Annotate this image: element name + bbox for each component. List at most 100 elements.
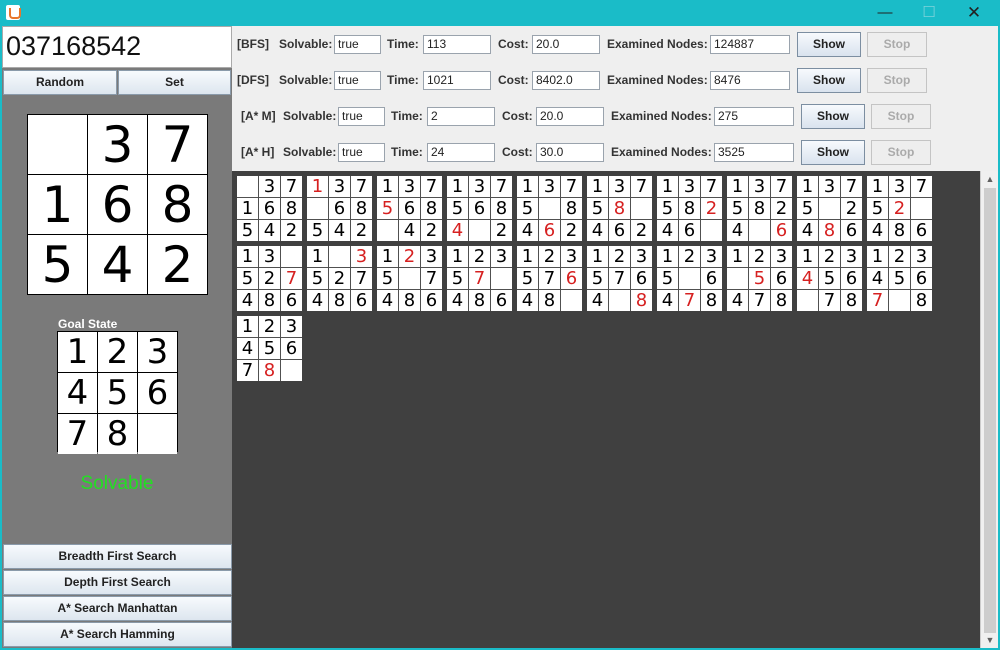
tile: 3 — [259, 176, 280, 197]
solution-step-board: 123 456 7 8 — [867, 246, 932, 311]
algorithm-tag: [BFS] — [237, 37, 269, 51]
tile: 4 — [727, 290, 748, 311]
tile: 3 — [491, 246, 512, 267]
goal-board-empty-tile — [138, 414, 177, 454]
solvable-label: Solvable: — [283, 145, 337, 159]
tile: 6 — [491, 290, 512, 311]
maximize-button[interactable]: ☐ — [906, 0, 952, 26]
tile: 4 — [657, 290, 678, 311]
tile: 7 — [749, 290, 770, 311]
tile: 6 — [281, 290, 302, 311]
start-board-tile: 4 — [88, 235, 147, 294]
vertical-scrollbar[interactable]: ▲ ▼ — [980, 171, 998, 648]
tile: 2 — [609, 246, 630, 267]
moved-tile: 2 — [889, 198, 910, 219]
show-button[interactable]: Show — [797, 32, 861, 57]
tile: 1 — [727, 176, 748, 197]
tile: 4 — [399, 220, 420, 241]
time-label: Time: — [387, 37, 419, 51]
tile: 5 — [259, 338, 280, 359]
title-bar: — ☐ ✕ — [0, 0, 1000, 26]
tile: 5 — [517, 198, 538, 219]
tile: 4 — [657, 220, 678, 241]
moved-tile: 8 — [631, 290, 652, 311]
close-button[interactable]: ✕ — [951, 0, 997, 26]
time-field[interactable]: 1021 — [423, 71, 491, 90]
tile: 3 — [609, 176, 630, 197]
scrollbar-thumb[interactable] — [984, 188, 996, 633]
algorithm-button[interactable]: A* Search Manhattan — [3, 596, 232, 621]
tile: 8 — [421, 198, 442, 219]
tile: 8 — [889, 220, 910, 241]
solution-step-board: 37 168 542 — [237, 176, 302, 241]
tile: 4 — [377, 290, 398, 311]
solvable-field[interactable]: true — [334, 71, 381, 90]
solvable-label: Solvable: — [283, 109, 337, 123]
empty-tile — [237, 176, 258, 197]
scroll-up-arrow-icon[interactable]: ▲ — [981, 171, 999, 187]
tile: 4 — [307, 290, 328, 311]
goal-board-tile: 3 — [138, 332, 177, 372]
goal-board-tile: 4 — [58, 373, 97, 413]
show-button[interactable]: Show — [797, 68, 861, 93]
tile: 5 — [587, 198, 608, 219]
tile: 8 — [281, 198, 302, 219]
solution-path-area[interactable] — [232, 171, 980, 648]
moved-tile: 8 — [819, 220, 840, 241]
tile: 1 — [587, 246, 608, 267]
tile: 5 — [377, 268, 398, 289]
examined-nodes-field[interactable]: 275 — [714, 107, 794, 126]
algorithm-button[interactable]: A* Search Hamming — [3, 622, 232, 647]
examined-nodes-field[interactable]: 8476 — [710, 71, 790, 90]
tile: 2 — [491, 220, 512, 241]
examined-nodes-label: Examined Nodes: — [611, 109, 712, 123]
solvable-field[interactable]: true — [334, 35, 381, 54]
tile: 3 — [889, 176, 910, 197]
set-button[interactable]: Set — [118, 70, 231, 95]
minimize-button[interactable]: — — [862, 0, 908, 26]
tile: 7 — [421, 176, 442, 197]
solution-step-board: 12356 478 — [727, 246, 792, 311]
tile: 5 — [727, 198, 748, 219]
moved-tile: 7 — [469, 268, 490, 289]
empty-tile — [701, 220, 722, 241]
tile: 2 — [469, 246, 490, 267]
solvable-field[interactable]: true — [338, 107, 385, 126]
examined-nodes-field[interactable]: 3525 — [714, 143, 794, 162]
tile: 3 — [421, 246, 442, 267]
cost-field[interactable]: 20.0 — [536, 107, 604, 126]
tile: 1 — [657, 176, 678, 197]
examined-nodes-field[interactable]: 124887 — [710, 35, 790, 54]
cost-field[interactable]: 20.0 — [532, 35, 600, 54]
time-field[interactable]: 2 — [427, 107, 495, 126]
puzzle-input-field[interactable]: 037168542 — [2, 26, 232, 68]
empty-tile — [797, 290, 818, 311]
moved-tile: 7 — [867, 290, 888, 311]
cost-field[interactable]: 8402.0 — [532, 71, 600, 90]
tile: 1 — [377, 176, 398, 197]
tile: 4 — [447, 290, 468, 311]
scroll-down-arrow-icon[interactable]: ▼ — [981, 632, 999, 648]
moved-tile: 6 — [539, 220, 560, 241]
random-button[interactable]: Random — [3, 70, 117, 95]
stop-button: Stop — [871, 104, 931, 129]
solution-step-board: 13756842 — [447, 176, 512, 241]
algorithm-button[interactable]: Depth First Search — [3, 570, 232, 595]
show-button[interactable]: Show — [801, 104, 865, 129]
algorithm-button[interactable]: Breadth First Search — [3, 544, 232, 569]
tile: 3 — [749, 176, 770, 197]
solution-step-board: 123 57486 — [447, 246, 512, 311]
tile: 7 — [351, 176, 372, 197]
solution-step-board: 13756842 — [377, 176, 442, 241]
time-field[interactable]: 24 — [427, 143, 495, 162]
tile: 3 — [399, 176, 420, 197]
show-button[interactable]: Show — [801, 140, 865, 165]
solvable-field[interactable]: true — [338, 143, 385, 162]
cost-field[interactable]: 30.0 — [536, 143, 604, 162]
empty-tile — [889, 290, 910, 311]
solution-step-board: 137 5 8 462 — [517, 176, 582, 241]
tile: 2 — [771, 198, 792, 219]
tile: 4 — [867, 220, 888, 241]
algorithm-tag: [DFS] — [237, 73, 269, 87]
time-field[interactable]: 113 — [423, 35, 491, 54]
